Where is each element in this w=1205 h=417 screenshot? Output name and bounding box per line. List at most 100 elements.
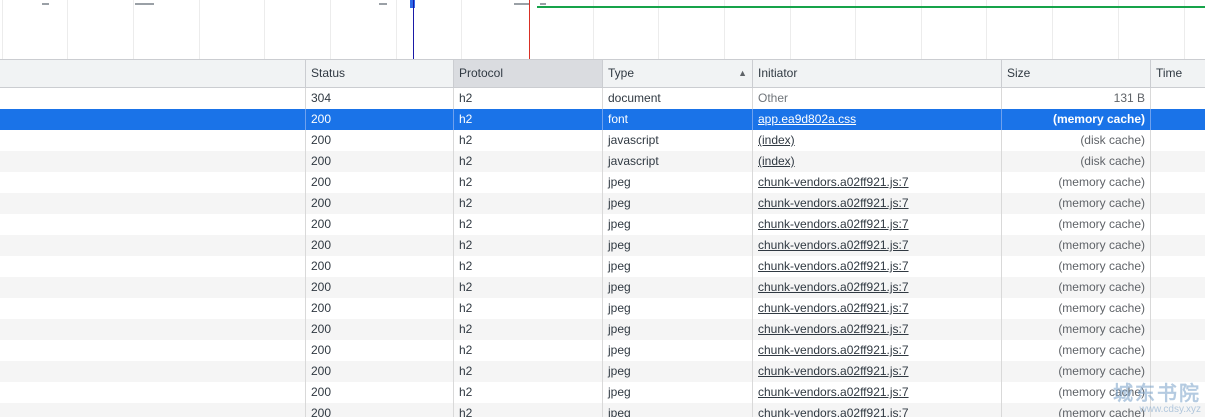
column-header-type-label: Type	[608, 66, 635, 80]
network-request-table: Status Protocol Type ▲ Initiator Size Ti…	[0, 60, 1205, 417]
initiator-link[interactable]: chunk-vendors.a02ff921.js:7	[758, 175, 909, 189]
initiator-link[interactable]: (index)	[758, 133, 795, 147]
initiator-link[interactable]: chunk-vendors.a02ff921.js:7	[758, 343, 909, 357]
table-row[interactable]: 200 h2 jpeg chunk-vendors.a02ff921.js:7 (mem…	[0, 235, 1205, 256]
cell-protocol: h2	[453, 193, 602, 214]
initiator-link[interactable]: chunk-vendors.a02ff921.js:7	[758, 280, 909, 294]
overview-grid-line	[1052, 0, 1053, 59]
column-header-type[interactable]: Type ▲	[602, 60, 752, 87]
cell-protocol: h2	[453, 109, 602, 130]
cell-size: (memory cache)	[1001, 235, 1150, 256]
overview-grid-line	[461, 0, 462, 59]
column-header-time[interactable]: Time	[1150, 60, 1205, 87]
cell-name	[0, 172, 305, 193]
table-row[interactable]: 200 h2 font app.ea9d802a.css (memory cache)	[0, 109, 1205, 130]
table-row[interactable]: 200 h2 javascript (index) (disk cache)	[0, 130, 1205, 151]
cell-protocol: h2	[453, 340, 602, 361]
overview-grid-line	[264, 0, 265, 59]
cell-time	[1150, 109, 1205, 130]
table-row[interactable]: 200 h2 jpeg chunk-vendors.a02ff921.js:7 (mem…	[0, 172, 1205, 193]
table-row[interactable]: 200 h2 jpeg chunk-vendors.a02ff921.js:7 (mem…	[0, 256, 1205, 277]
cell-status: 200	[305, 151, 453, 172]
cell-name	[0, 88, 305, 109]
cell-protocol: h2	[453, 172, 602, 193]
cell-type: jpeg	[602, 277, 752, 298]
overview-grid-line	[396, 0, 397, 59]
initiator-link[interactable]: (index)	[758, 154, 795, 168]
cell-size: (memory cache)	[1001, 214, 1150, 235]
cell-initiator: chunk-vendors.a02ff921.js:7	[752, 256, 1001, 277]
cell-status: 200	[305, 340, 453, 361]
cell-type: jpeg	[602, 298, 752, 319]
initiator-link[interactable]: chunk-vendors.a02ff921.js:7	[758, 322, 909, 336]
column-header-name[interactable]	[0, 60, 305, 87]
table-row[interactable]: 200 h2 jpeg chunk-vendors.a02ff921.js:7 (mem…	[0, 340, 1205, 361]
cell-type: jpeg	[602, 382, 752, 403]
table-row[interactable]: 200 h2 jpeg chunk-vendors.a02ff921.js:7 (mem…	[0, 319, 1205, 340]
initiator-link[interactable]: chunk-vendors.a02ff921.js:7	[758, 217, 909, 231]
cell-status: 200	[305, 256, 453, 277]
cell-status: 200	[305, 319, 453, 340]
cell-status: 200	[305, 130, 453, 151]
initiator-link[interactable]: chunk-vendors.a02ff921.js:7	[758, 406, 909, 417]
cell-initiator: chunk-vendors.a02ff921.js:7	[752, 361, 1001, 382]
cell-initiator: chunk-vendors.a02ff921.js:7	[752, 277, 1001, 298]
cell-protocol: h2	[453, 235, 602, 256]
cell-type: javascript	[602, 151, 752, 172]
initiator-link[interactable]: chunk-vendors.a02ff921.js:7	[758, 301, 909, 315]
table-row[interactable]: 200 h2 jpeg chunk-vendors.a02ff921.js:7 (mem…	[0, 277, 1205, 298]
column-header-initiator[interactable]: Initiator	[752, 60, 1001, 87]
table-row[interactable]: 200 h2 jpeg chunk-vendors.a02ff921.js:7 (mem…	[0, 298, 1205, 319]
initiator-link[interactable]: chunk-vendors.a02ff921.js:7	[758, 364, 909, 378]
cell-time	[1150, 151, 1205, 172]
overview-grid-line	[1118, 0, 1119, 59]
initiator-link[interactable]: chunk-vendors.a02ff921.js:7	[758, 196, 909, 210]
cell-size: (memory cache)	[1001, 319, 1150, 340]
table-row[interactable]: 200 h2 javascript (index) (disk cache)	[0, 151, 1205, 172]
table-row[interactable]: 200 h2 jpeg chunk-vendors.a02ff921.js:7 (mem…	[0, 214, 1205, 235]
overview-grid-line	[724, 0, 725, 59]
overview-request-bar	[379, 3, 387, 5]
cell-status: 200	[305, 172, 453, 193]
cell-name	[0, 298, 305, 319]
cell-protocol: h2	[453, 298, 602, 319]
cell-protocol: h2	[453, 256, 602, 277]
overview-grid-line	[133, 0, 134, 59]
table-row[interactable]: 200 h2 jpeg chunk-vendors.a02ff921.js:7 (mem…	[0, 403, 1205, 417]
table-row[interactable]: 200 h2 jpeg chunk-vendors.a02ff921.js:7 (mem…	[0, 361, 1205, 382]
column-header-protocol[interactable]: Protocol	[453, 60, 602, 87]
table-row[interactable]: 200 h2 jpeg chunk-vendors.a02ff921.js:7 (mem…	[0, 382, 1205, 403]
overview-grid-line	[658, 0, 659, 59]
cell-time	[1150, 88, 1205, 109]
table-header: Status Protocol Type ▲ Initiator Size Ti…	[0, 60, 1205, 88]
cell-name	[0, 361, 305, 382]
load-event-line	[529, 0, 530, 59]
cell-initiator: (index)	[752, 130, 1001, 151]
cell-name	[0, 214, 305, 235]
overview-grid-line	[330, 0, 331, 59]
cell-size: (memory cache)	[1001, 256, 1150, 277]
cell-name	[0, 235, 305, 256]
initiator-link[interactable]: chunk-vendors.a02ff921.js:7	[758, 259, 909, 273]
cell-status: 200	[305, 109, 453, 130]
network-overview[interactable]	[0, 0, 1205, 60]
cell-status: 200	[305, 298, 453, 319]
table-row[interactable]: 200 h2 jpeg chunk-vendors.a02ff921.js:7 (mem…	[0, 193, 1205, 214]
cell-name	[0, 130, 305, 151]
column-header-size[interactable]: Size	[1001, 60, 1150, 87]
table-row[interactable]: 304 h2 document Other 131 B	[0, 88, 1205, 109]
cell-type: jpeg	[602, 319, 752, 340]
initiator-link[interactable]: chunk-vendors.a02ff921.js:7	[758, 385, 909, 399]
cell-time	[1150, 172, 1205, 193]
cell-status: 200	[305, 235, 453, 256]
overview-grid-line	[199, 0, 200, 59]
column-header-status[interactable]: Status	[305, 60, 453, 87]
cell-protocol: h2	[453, 403, 602, 417]
cell-time	[1150, 235, 1205, 256]
cell-status: 200	[305, 403, 453, 417]
initiator-link[interactable]: chunk-vendors.a02ff921.js:7	[758, 238, 909, 252]
cell-size: (memory cache)	[1001, 172, 1150, 193]
cell-type: jpeg	[602, 361, 752, 382]
initiator-link[interactable]: app.ea9d802a.css	[758, 112, 856, 126]
sort-ascending-icon: ▲	[738, 68, 747, 78]
